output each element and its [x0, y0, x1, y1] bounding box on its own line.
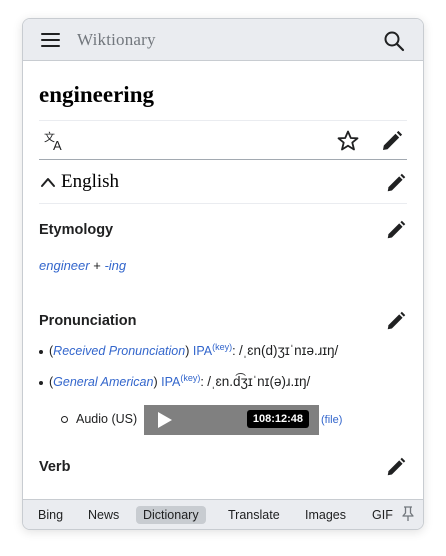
ipa-link[interactable]: IPA [193, 344, 212, 358]
pencil-edit-icon[interactable] [385, 456, 407, 478]
ipa-key-link[interactable]: (key) [212, 342, 232, 352]
language-title: English [61, 171, 120, 192]
page-title: engineering [39, 82, 154, 107]
verb-heading: Verb [39, 459, 71, 475]
audio-label: Audio (US) [76, 412, 138, 426]
tab-gif[interactable]: GIF [365, 506, 400, 524]
pencil-edit-icon[interactable] [385, 310, 407, 332]
audio-file-link[interactable]: (file) [321, 414, 342, 426]
ipa-transcription-ga: /ˌɛn.d͡ʒɪˈnɪ(ə)ɹ.ɪŋ/ [207, 374, 311, 390]
colon: : [232, 344, 240, 359]
accent-link-ga[interactable]: General American [53, 375, 153, 389]
pronunciation-line-rp: (Received Pronunciation) IPA(key): /ˌɛn(… [27, 342, 338, 358]
pencil-edit-icon[interactable] [385, 219, 407, 241]
accent-link-rp[interactable]: Received Pronunciation [53, 344, 185, 358]
play-icon[interactable] [158, 412, 172, 428]
pronunciation-heading: Pronunciation [39, 313, 137, 329]
search-scope-tabs: Bing News Dictionary Translate Images GI… [23, 499, 423, 529]
etymology-link-ing[interactable]: -ing [104, 258, 126, 273]
paren-close: ) [153, 375, 162, 390]
svg-text:A: A [53, 138, 62, 153]
search-icon[interactable] [383, 30, 405, 52]
etymology-link-engineer[interactable]: engineer [39, 258, 90, 273]
bullet [39, 380, 43, 385]
duration-badge: 108:12:48 [246, 410, 309, 428]
ipa-key-link[interactable]: (key) [180, 373, 200, 383]
plus-sign: + [89, 258, 105, 273]
tab-bing[interactable]: Bing [31, 506, 70, 524]
tab-translate[interactable]: Translate [221, 506, 287, 524]
pencil-edit-icon[interactable] [385, 172, 407, 194]
star-icon[interactable] [336, 129, 360, 153]
paren-close: ) [185, 344, 193, 359]
site-title: Wiktionary [77, 30, 156, 49]
app-header: Wiktionary [23, 19, 423, 61]
ipa-transcription-rp: /ˌɛn(d)ʒɪˈnɪə.ɹɪŋ/ [239, 343, 339, 359]
pin-icon[interactable] [401, 506, 415, 522]
hamburger-menu-icon[interactable] [41, 33, 60, 47]
chevron-up-icon[interactable] [39, 174, 57, 190]
etymology-heading: Etymology [39, 222, 114, 238]
language-section-header[interactable]: English [39, 160, 407, 204]
tab-images[interactable]: Images [298, 506, 353, 524]
bullet [39, 349, 43, 354]
language-translate-icon[interactable]: 文 A [43, 129, 67, 153]
hollow-bullet [61, 416, 68, 423]
etymology-text: engineer + -ing [39, 258, 126, 273]
pencil-edit-icon[interactable] [380, 129, 404, 153]
audio-player[interactable]: 108:12:48 [144, 405, 319, 435]
pronunciation-line-ga: (General American) IPA(key): /ˌɛn.d͡ʒɪˈn… [27, 373, 310, 389]
wiktionary-panel: Wiktionary engineering 文 A English Etymo… [22, 18, 424, 530]
tab-dictionary[interactable]: Dictionary [136, 506, 206, 524]
tab-news[interactable]: News [81, 506, 126, 524]
page-action-bar: 文 A [39, 120, 407, 160]
ipa-link[interactable]: IPA [161, 375, 180, 389]
